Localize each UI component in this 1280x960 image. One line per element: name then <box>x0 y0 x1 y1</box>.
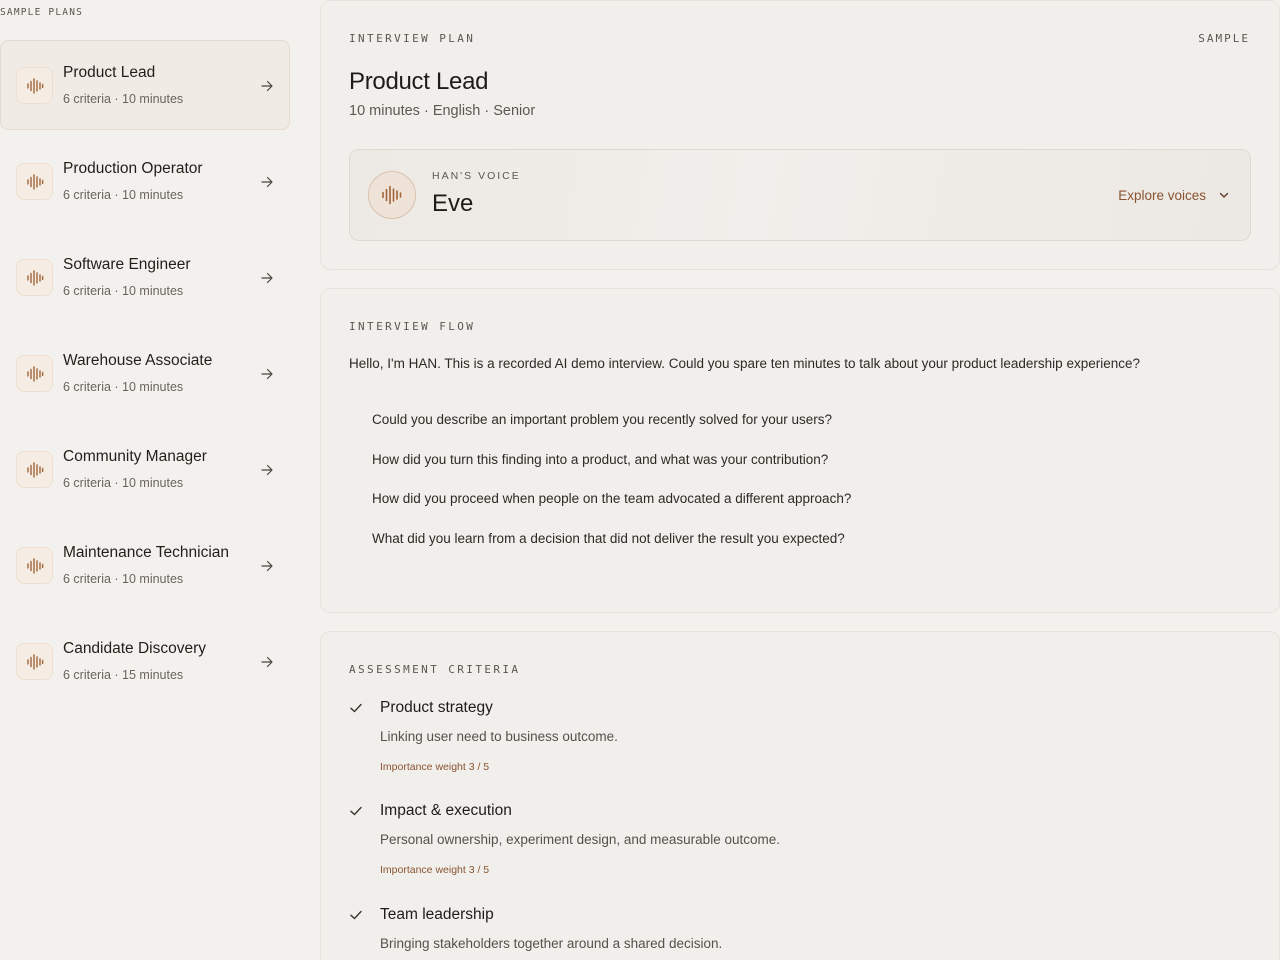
soundwave-icon <box>16 643 53 680</box>
arrow-right-icon <box>260 175 274 189</box>
plan-meta: 6 criteria · 10 minutes <box>63 476 184 490</box>
plan-item-candidate-discovery[interactable]: Candidate Discovery 6 criteria · 15 minu… <box>0 616 290 706</box>
plan-title: Software Engineer <box>63 256 191 273</box>
criterion-description: Bringing stakeholders together around a … <box>380 936 723 951</box>
soundwave-icon <box>16 67 53 104</box>
sample-plans-sidebar: SAMPLE PLANS Product Lead 6 criteria · 1… <box>0 0 300 960</box>
interview-flow-panel: INTERVIEW FLOW Hello, I'm HAN. This is a… <box>320 288 1280 613</box>
soundwave-icon <box>16 547 53 584</box>
page-title: Product Lead <box>349 68 489 95</box>
flow-question: Could you describe an important problem … <box>372 412 832 427</box>
plan-meta: 6 criteria · 15 minutes <box>63 668 184 682</box>
criterion-description: Personal ownership, experiment design, a… <box>380 832 780 847</box>
soundwave-icon <box>368 171 416 219</box>
plan-item-warehouse-associate[interactable]: Warehouse Associate 6 criteria · 10 minu… <box>0 328 290 418</box>
plan-title: Candidate Discovery <box>63 640 207 657</box>
explore-voices-button[interactable]: Explore voices <box>1118 186 1230 204</box>
plan-item-maintenance-technician[interactable]: Maintenance Technician 6 criteria · 10 m… <box>0 520 290 610</box>
criterion-weight: Importance weight 3 / 5 <box>380 761 490 773</box>
criterion-title: Impact & execution <box>380 802 512 819</box>
voice-name: Eve <box>432 190 474 217</box>
criterion-weight: Importance weight 3 / 5 <box>380 864 490 876</box>
plan-title: Warehouse Associate <box>63 352 213 369</box>
arrow-right-icon <box>260 463 274 477</box>
plan-meta: 6 criteria · 10 minutes <box>63 380 184 394</box>
plan-meta: 6 criteria · 10 minutes <box>63 284 184 298</box>
soundwave-icon <box>16 163 53 200</box>
soundwave-icon <box>16 259 53 296</box>
voice-selector-card[interactable]: HAN'S VOICE Eve Explore voices <box>349 149 1251 241</box>
flow-question: How did you turn this finding into a pro… <box>372 452 829 467</box>
chevron-down-icon <box>1218 189 1230 201</box>
app-page: SAMPLE PLANS Product Lead 6 criteria · 1… <box>0 0 1280 960</box>
arrow-right-icon <box>260 271 274 285</box>
interview-plan-panel: INTERVIEW PLAN SAMPLE Product Lead 10 mi… <box>320 0 1280 270</box>
section-label: INTERVIEW FLOW <box>349 320 476 333</box>
plan-list: Product Lead 6 criteria · 10 minutes Pro… <box>0 40 290 712</box>
arrow-right-icon <box>260 79 274 93</box>
voice-label: HAN'S VOICE <box>432 170 521 182</box>
plan-item-production-operator[interactable]: Production Operator 6 criteria · 10 minu… <box>0 136 290 226</box>
arrow-right-icon <box>260 559 274 573</box>
assessment-criteria-panel: ASSESSMENT CRITERIA Product strategy Lin… <box>320 631 1280 960</box>
soundwave-icon <box>16 451 53 488</box>
plan-meta: 6 criteria · 10 minutes <box>63 92 184 106</box>
soundwave-icon <box>16 355 53 392</box>
plan-title: Maintenance Technician <box>63 544 230 561</box>
check-icon <box>349 804 363 818</box>
arrow-right-icon <box>260 367 274 381</box>
plan-item-product-lead[interactable]: Product Lead 6 criteria · 10 minutes <box>0 40 290 130</box>
explore-voices-label: Explore voices <box>1118 187 1206 203</box>
arrow-right-icon <box>260 655 274 669</box>
check-icon <box>349 701 363 715</box>
flow-intro: Hello, I'm HAN. This is a recorded AI de… <box>349 356 1140 371</box>
plan-meta: 6 criteria · 10 minutes <box>63 188 184 202</box>
flow-question: How did you proceed when people on the t… <box>372 491 852 506</box>
section-label: ASSESSMENT CRITERIA <box>349 663 521 676</box>
criterion-description: Linking user need to business outcome. <box>380 729 618 744</box>
sidebar-heading: SAMPLE PLANS <box>0 7 84 18</box>
plan-item-software-engineer[interactable]: Software Engineer 6 criteria · 10 minute… <box>0 232 290 322</box>
criterion-title: Product strategy <box>380 699 493 716</box>
plan-item-community-manager[interactable]: Community Manager 6 criteria · 10 minute… <box>0 424 290 514</box>
sample-badge: SAMPLE <box>1198 32 1250 45</box>
plan-title: Product Lead <box>63 64 156 81</box>
flow-question: What did you learn from a decision that … <box>372 531 845 546</box>
section-label: INTERVIEW PLAN <box>349 32 476 45</box>
plan-subtitle: 10 minutes · English · Senior <box>349 103 536 119</box>
criterion-title: Team leadership <box>380 906 494 923</box>
plan-meta: 6 criteria · 10 minutes <box>63 572 184 586</box>
check-icon <box>349 908 363 922</box>
plan-title: Production Operator <box>63 160 203 177</box>
plan-title: Community Manager <box>63 448 207 465</box>
